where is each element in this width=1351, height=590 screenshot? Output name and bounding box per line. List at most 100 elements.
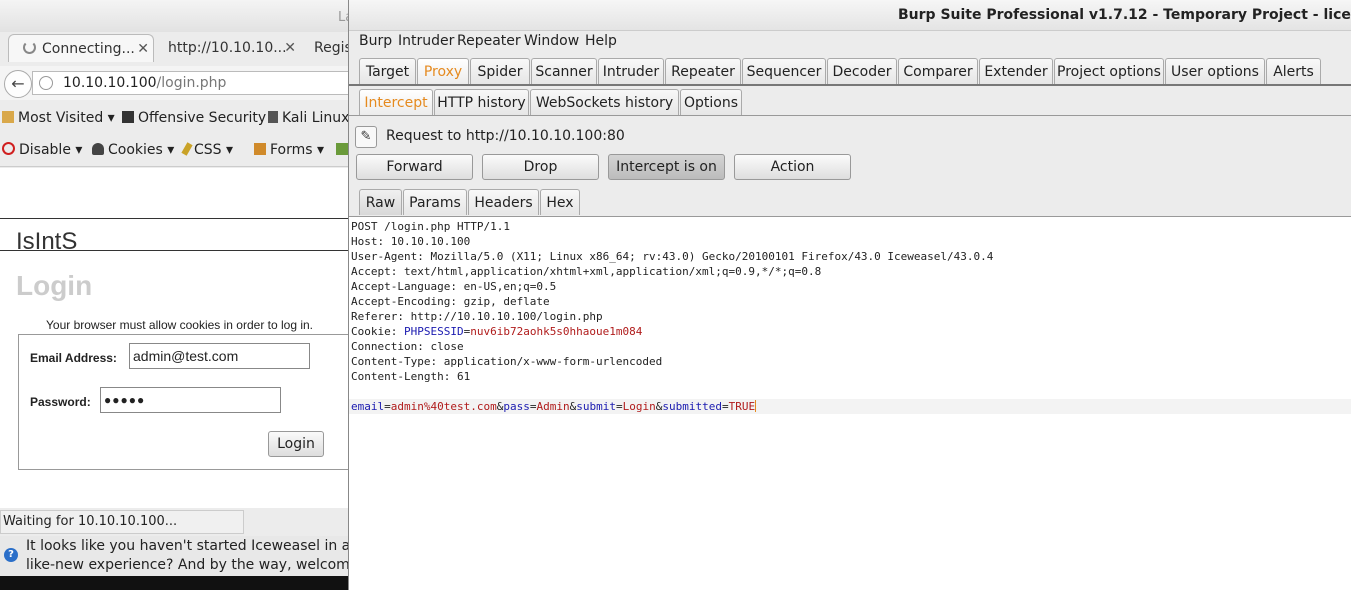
browser-tab-url[interactable]: http://10.10.10... ✕ [160,34,300,62]
tab-http-history[interactable]: HTTP history [434,89,529,115]
tab-decoder[interactable]: Decoder [827,58,897,84]
disable-icon [2,142,15,155]
notification-text-line1: It looks like you haven't started Icewea… [26,538,350,554]
tab-headers[interactable]: Headers [468,189,539,215]
tab-extender[interactable]: Extender [979,58,1053,84]
divider [0,218,350,219]
close-tab-icon[interactable]: ✕ [284,34,296,62]
tab-spider[interactable]: Spider [470,58,530,84]
tab-params[interactable]: Params [403,189,467,215]
bookmark-offensive-security[interactable]: Offensive Security [122,110,266,126]
forms-icon [254,143,266,155]
password-label: Password: [30,395,91,409]
dev-cookies-menu[interactable]: Cookies ▾ [92,142,174,158]
intercept-toggle-button[interactable]: Intercept is on [608,154,725,180]
url-bar[interactable]: 10.10.10.100/login.php [32,71,350,95]
back-arrow-icon[interactable]: ← [4,70,32,98]
header-line: Content-Type: application/x-www-form-url… [351,355,663,368]
password-field[interactable]: ●●●●● [100,387,281,413]
tab-project-options[interactable]: Project options [1054,58,1164,84]
raw-request-editor[interactable]: POST /login.php HTTP/1.1 Host: 10.10.10.… [349,216,1351,590]
header-line: Accept: text/html,application/xhtml+xml,… [351,265,822,278]
request-body-line: email=admin%40test.com&pass=Admin&submit… [349,399,1351,414]
tab-repeater[interactable]: Repeater [665,58,741,84]
header-line: Referer: http://10.10.10.100/login.php [351,310,603,323]
dev-forms-menu[interactable]: Forms ▾ [254,142,324,158]
tab-divider [349,84,1351,86]
window-title: Burp Suite Professional v1.7.12 - Tempor… [898,7,1351,23]
bookmark-most-visited[interactable]: Most Visited ▾ [2,110,115,126]
offsec-icon [122,111,134,123]
menu-help[interactable]: Help [585,33,617,49]
email-label: Email Address: [30,351,117,365]
login-button[interactable]: Login [268,431,324,457]
menu-intruder[interactable]: Intruder [398,33,454,49]
tab-alerts[interactable]: Alerts [1266,58,1321,84]
action-button[interactable]: Action [734,154,851,180]
menu-burp[interactable]: Burp [359,33,392,49]
dev-menu-label: CSS ▾ [194,142,234,158]
tab-label: http://10.10.10... [168,40,287,56]
dev-menu-label: Cookies ▾ [108,142,175,158]
tab-intruder[interactable]: Intruder [598,58,664,84]
tab-sequencer[interactable]: Sequencer [742,58,826,84]
drop-button[interactable]: Drop [482,154,599,180]
request-line: POST /login.php HTTP/1.1 [351,220,510,233]
burp-titlebar: Burp Suite Professional v1.7.12 - Tempor… [349,0,1351,31]
browser-window: La Connecting... ✕ http://10.10.10... ✕ … [0,0,350,590]
notification-text-line2: like-new experience? And by the way, wel… [26,557,350,573]
header-line: User-Agent: Mozilla/5.0 (X11; Linux x86_… [351,250,994,263]
tab-hex[interactable]: Hex [540,189,580,215]
tab-proxy[interactable]: Proxy [417,58,469,84]
edit-pencil-icon[interactable]: ✎ [355,126,377,148]
bookmark-label: Kali Linux [282,110,350,126]
param-value: TRUE [728,400,756,413]
header-line: Accept-Encoding: gzip, deflate [351,295,550,308]
tab-intercept[interactable]: Intercept [359,89,433,115]
header-line: Accept-Language: en-US,en;q=0.5 [351,280,557,293]
tab-comparer[interactable]: Comparer [898,58,978,84]
cookie-header-line: Cookie: PHPSESSID=nuv6ib72aohk5s0hhaoue1… [351,325,643,338]
close-tab-icon[interactable]: ✕ [137,35,149,62]
request-info: ✎ Request to http://10.10.10.100:80 [355,126,1351,148]
param-name: submitted [662,400,722,413]
site-title: IsIntS [16,228,78,255]
person-icon [92,143,104,155]
tab-raw[interactable]: Raw [359,189,402,215]
bookmark-kali-linux[interactable]: Kali Linux [268,110,349,126]
question-icon: ? [4,548,18,562]
menu-window[interactable]: Window [524,33,579,49]
email-field[interactable]: admin@test.com [129,343,310,369]
cookie-notice: Your browser must allow cookies in order… [46,318,314,332]
browser-tab-register[interactable]: Regis [306,34,350,62]
param-value: admin%40test.com [390,400,497,413]
param-name: submit [576,400,616,413]
request-target: Request to http://10.10.10.100:80 [386,128,625,144]
tab-divider [349,115,1351,116]
login-form: Email Address: admin@test.com Password: … [18,334,350,470]
tab-label: Connecting... [42,41,135,57]
url-text: 10.10.10.100/login.php [63,75,226,91]
forward-button[interactable]: Forward [356,154,473,180]
tab-websockets-history[interactable]: WebSockets history [530,89,679,115]
dev-menu-label: Forms ▾ [270,142,325,158]
tab-options[interactable]: Options [680,89,742,115]
browser-titlebar: La [0,0,350,32]
tab-target[interactable]: Target [359,58,416,84]
dev-disable-menu[interactable]: Disable ▾ [2,142,82,158]
tab-user-options[interactable]: User options [1165,58,1265,84]
page-title: Login [16,270,93,301]
tab-scanner[interactable]: Scanner [531,58,597,84]
dev-css-menu[interactable]: CSS ▾ [181,142,234,158]
menu-repeater[interactable]: Repeater [457,33,521,49]
web-developer-toolbar: Disable ▾ Cookies ▾ CSS ▾ Forms ▾ [0,136,350,167]
bookmark-label: Offensive Security [138,110,267,126]
header-line: Content-Length: 61 [351,370,471,383]
param-name: pass [503,400,530,413]
kali-dragon-icon [268,111,278,123]
header-line: Host: 10.10.10.100 [351,235,471,248]
browser-tab-connecting[interactable]: Connecting... ✕ [8,34,154,62]
folder-icon [2,111,14,123]
images-icon-shape [336,143,348,155]
status-bar: Waiting for 10.10.10.100... [0,510,244,534]
